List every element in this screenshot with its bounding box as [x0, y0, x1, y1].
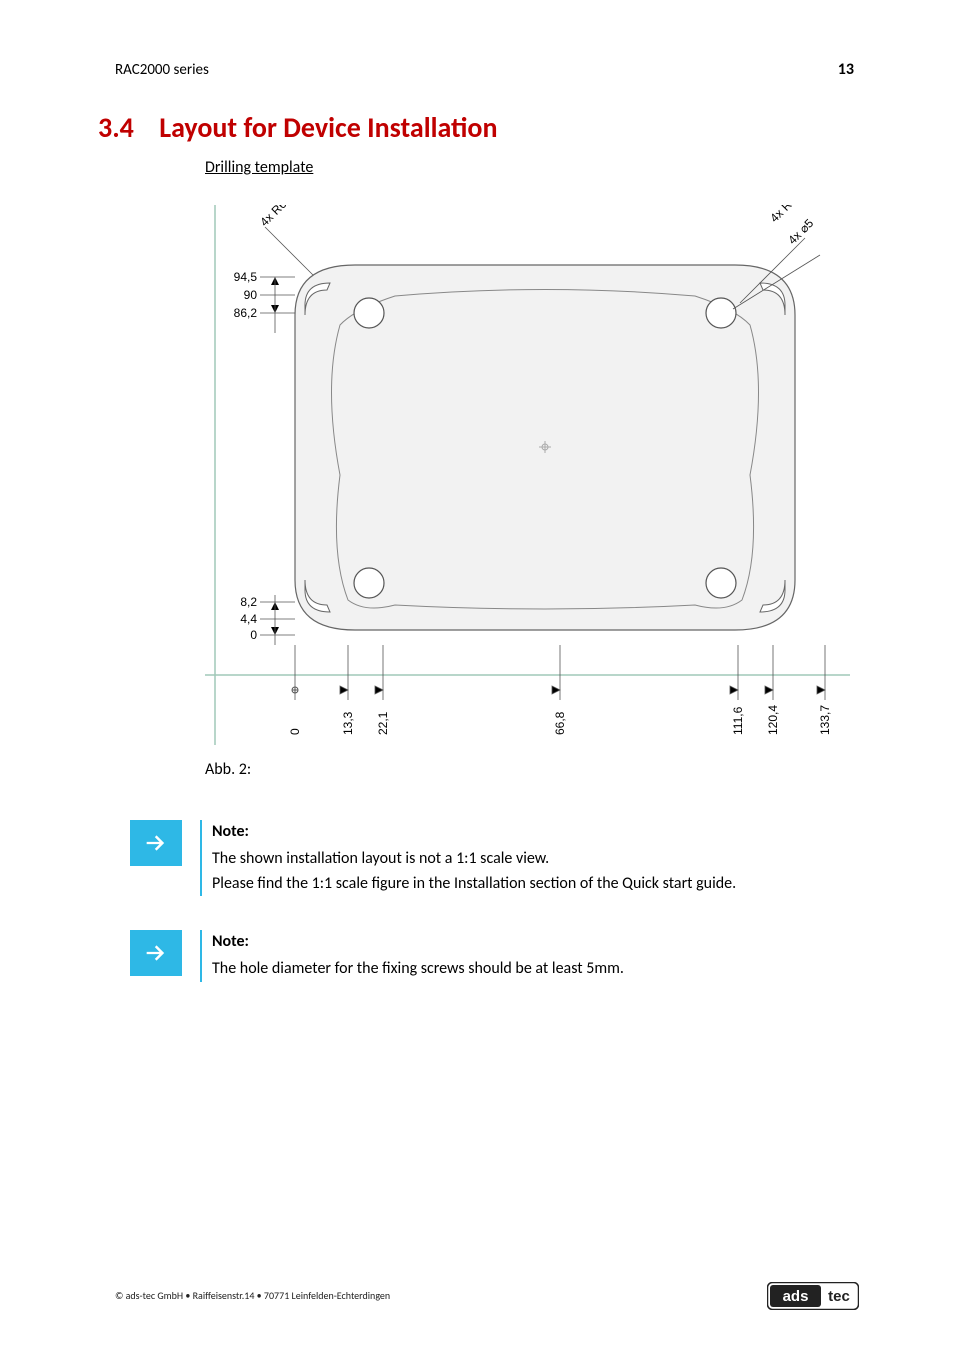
arrow-right-icon [130, 930, 182, 976]
drilling-template-figure: 94,5 90 86,2 8,2 4,4 0 [205, 205, 850, 745]
logo-text-a: ads [783, 1288, 809, 1305]
section-number: 3.4 [98, 110, 134, 145]
dim-x6: 133,7 [818, 705, 832, 735]
logo-text-b: tec [828, 1288, 850, 1305]
section-heading: 3.4 Layout for Device Installation [98, 110, 498, 145]
note-line: The shown installation layout is not a 1… [212, 849, 549, 868]
dim-y1: 94,5 [234, 270, 258, 284]
dim-y4: 8,2 [240, 595, 257, 609]
dim-x1: 13,3 [341, 711, 355, 735]
dim-x4: 111,6 [731, 706, 745, 735]
arrow-right-icon [130, 820, 182, 866]
note-label: Note: [212, 820, 736, 845]
callout-r1: 4x R6,30 [257, 205, 301, 229]
page-number: 13 [838, 60, 854, 79]
dim-y5: 4,4 [240, 612, 257, 626]
figure-caption: Abb. 2: [205, 760, 251, 779]
note-block-2: Note: The hole diameter for the fixing s… [130, 930, 624, 982]
copyright-footer: © ads-tec GmbH • Raiffeisenstr.14 • 7077… [115, 1289, 390, 1302]
dim-x0: 0 [288, 728, 302, 735]
note-block-1: Note: The shown installation layout is n… [130, 820, 736, 896]
page-header: RAC2000 series 13 [115, 60, 854, 79]
section-subtitle: Drilling template [205, 158, 313, 177]
dim-x2: 22,1 [376, 711, 390, 735]
dim-x3: 66,8 [553, 711, 567, 735]
note-line: The hole diameter for the fixing screws … [212, 959, 624, 978]
section-title-text: Layout for Device Installation [159, 110, 497, 145]
dim-y6: 0 [250, 628, 257, 642]
header-series: RAC2000 series [115, 61, 209, 79]
dim-y3: 86,2 [234, 306, 258, 320]
note-line: Please find the 1:1 scale figure in the … [212, 874, 736, 893]
dim-y2: 90 [244, 288, 258, 302]
dim-x5: 120,4 [766, 705, 780, 735]
adstec-logo: ads tec [767, 1282, 859, 1310]
note-label: Note: [212, 930, 624, 955]
